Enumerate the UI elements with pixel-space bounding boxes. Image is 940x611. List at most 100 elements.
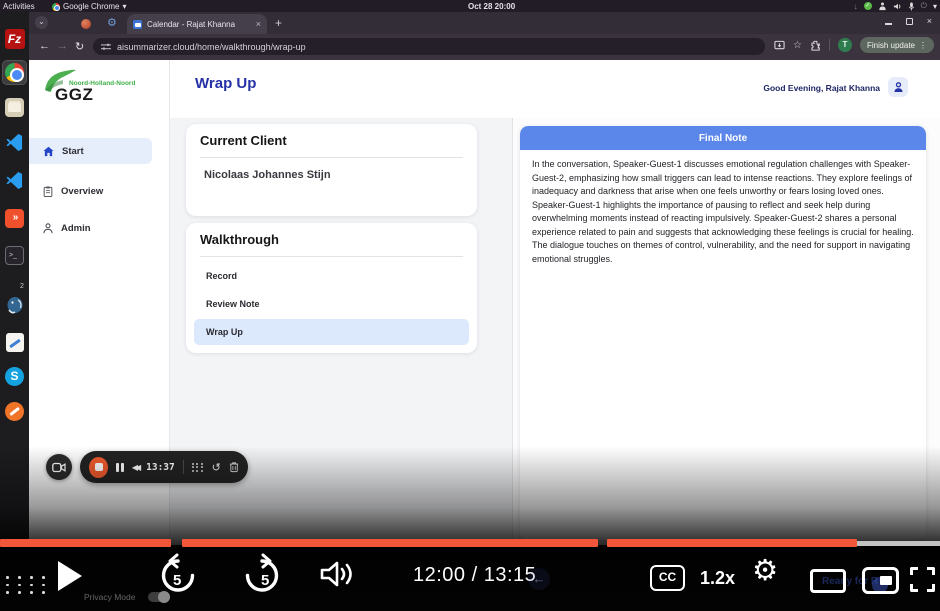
pinned-tab-settings-icon[interactable]: ⚙: [107, 16, 117, 29]
step-label: Wrap Up: [206, 327, 243, 337]
tab-strip: ⌄ ⚙ Calendar - Rajat Khanna × + ×: [29, 12, 940, 34]
progress-buffer[interactable]: [857, 541, 940, 546]
skype-logo: S: [5, 367, 24, 386]
divider: [183, 460, 184, 474]
bookmark-star-icon[interactable]: ☆: [793, 40, 802, 51]
close-button[interactable]: ×: [927, 16, 932, 26]
settings-gear-button[interactable]: ⚙: [752, 556, 778, 585]
svg-text:5: 5: [261, 572, 269, 589]
fullscreen-button[interactable]: [910, 567, 935, 592]
step-review-note[interactable]: Review Note: [194, 291, 469, 317]
final-note-header: Final Note: [520, 126, 926, 150]
person-icon: [893, 82, 904, 93]
dock-filezilla-icon[interactable]: Fz: [3, 27, 26, 50]
install-icon[interactable]: [774, 40, 785, 51]
sidebar-item-label: Overview: [61, 186, 103, 197]
pause-recording-button[interactable]: [116, 463, 124, 472]
step-record[interactable]: Record: [194, 263, 469, 289]
url-bar[interactable]: aisummarizer.cloud/home/walkthrough/wrap…: [93, 38, 765, 55]
divider: [200, 157, 463, 158]
home-icon: [43, 146, 54, 157]
active-tab[interactable]: Calendar - Rajat Khanna ×: [127, 14, 267, 34]
restart-icon[interactable]: ↺: [212, 461, 221, 474]
finish-update-label: Finish update: [867, 41, 915, 50]
dock-deployer-icon[interactable]: »: [3, 207, 26, 230]
captions-button[interactable]: CC: [650, 565, 685, 591]
step-wrap-up[interactable]: Wrap Up: [194, 319, 469, 345]
sidebar-item-admin[interactable]: Admin: [29, 215, 152, 241]
clock[interactable]: Oct 28 20:00: [468, 2, 515, 11]
drag-handle-dots[interactable]: [6, 576, 48, 594]
toolbar-actions: ☆ T Finish update ⋮: [774, 37, 934, 53]
extensions-icon[interactable]: [810, 40, 821, 51]
stop-recording-button[interactable]: [89, 457, 108, 478]
chrome-logo: [5, 63, 24, 82]
pinned-tab-icon[interactable]: [81, 19, 91, 29]
dock-text-editor-icon[interactable]: [3, 331, 26, 354]
walkthrough-card: Walkthrough Record Review Note Wrap Up: [186, 223, 477, 353]
dock-files-icon[interactable]: [3, 96, 26, 119]
app-menu[interactable]: Google Chrome ▾: [52, 2, 127, 11]
playback-speed-button[interactable]: 1.2x: [700, 568, 735, 589]
ggz-logo[interactable]: Noord-Holland-Noord GGZ: [43, 68, 163, 114]
forward-button[interactable]: →: [57, 40, 68, 52]
sidebar-item-overview[interactable]: Overview: [29, 178, 152, 204]
browser-toolbar: ← → ↻ aisummarizer.cloud/home/walkthroug…: [29, 34, 940, 60]
camcorder-icon: [52, 462, 66, 473]
dock-vscode2-icon[interactable]: [3, 169, 26, 192]
new-tab-button[interactable]: +: [275, 16, 282, 30]
activities-button[interactable]: Activities: [3, 2, 35, 11]
picture-in-picture-button[interactable]: [862, 567, 899, 594]
volume-icon: [893, 2, 902, 11]
back-button[interactable]: ←: [39, 40, 50, 52]
trash-icon[interactable]: [229, 461, 239, 473]
tab-search-button[interactable]: ⌄: [35, 16, 48, 29]
window-controls: ×: [885, 16, 932, 26]
privacy-mode-label: Privacy Mode: [84, 592, 136, 602]
reload-button[interactable]: ↻: [75, 40, 84, 53]
profile-avatar[interactable]: T: [838, 38, 852, 52]
site-controls-icon: [101, 43, 111, 51]
pip-inner-rect: [880, 576, 892, 585]
privacy-mode-toggle[interactable]: [148, 592, 170, 602]
browser-window: ⌄ ⚙ Calendar - Rajat Khanna × + × ← → ↻ …: [29, 12, 940, 60]
progress-played-segment[interactable]: [607, 539, 857, 547]
minimize-button[interactable]: [885, 23, 892, 25]
dock-postgresql-icon[interactable]: [3, 294, 26, 317]
app-menu-label: Google Chrome: [63, 2, 119, 11]
progress-bar[interactable]: [0, 539, 940, 547]
dock-terminal-icon[interactable]: >_: [3, 244, 26, 267]
terminal-logo: >_: [5, 246, 24, 265]
theater-mode-button[interactable]: [810, 569, 846, 593]
current-client-card: Current Client Nicolaas Johannes Stijn: [186, 124, 477, 216]
sidebar-item-start[interactable]: Start: [29, 138, 152, 164]
forward-5-button[interactable]: 5: [240, 553, 284, 597]
grid-icon[interactable]: [192, 463, 204, 472]
deployer-logo: »: [5, 209, 24, 228]
current-time: 12:00: [413, 564, 466, 586]
dock-notes-icon[interactable]: [3, 400, 26, 423]
greeting-text: Good Evening, Rajat Khanna: [763, 83, 880, 93]
progress-played-segment[interactable]: [182, 539, 597, 547]
brand-org: GGZ: [55, 85, 93, 105]
volume-button[interactable]: [320, 559, 356, 589]
text-editor-logo: [6, 333, 24, 352]
screen: Activities Google Chrome ▾ Oct 28 20:00 …: [0, 0, 940, 611]
page-title: Wrap Up: [195, 75, 256, 92]
camera-toggle-button[interactable]: [46, 454, 72, 480]
rewind-icon[interactable]: ◀◀: [132, 463, 138, 472]
url-text: aisummarizer.cloud/home/walkthrough/wrap…: [117, 42, 306, 52]
sidebar-item-label: Admin: [61, 223, 91, 234]
dock-vscode-icon[interactable]: [3, 131, 26, 154]
dock-chrome-icon[interactable]: [3, 61, 26, 84]
profile-button[interactable]: [888, 77, 908, 97]
tab-close-button[interactable]: ×: [256, 19, 261, 29]
play-button[interactable]: [58, 561, 82, 591]
tab-title: Calendar - Rajat Khanna: [147, 20, 235, 29]
finish-update-button[interactable]: Finish update ⋮: [860, 37, 934, 53]
dock-skype-icon[interactable]: S: [3, 365, 26, 388]
restore-button[interactable]: [906, 18, 913, 25]
dock: Fz » >_ 2 S: [0, 12, 29, 545]
progress-played-segment[interactable]: [0, 539, 171, 547]
system-tray[interactable]: ↓ ✓ ⏻︎ ▾: [854, 1, 937, 11]
